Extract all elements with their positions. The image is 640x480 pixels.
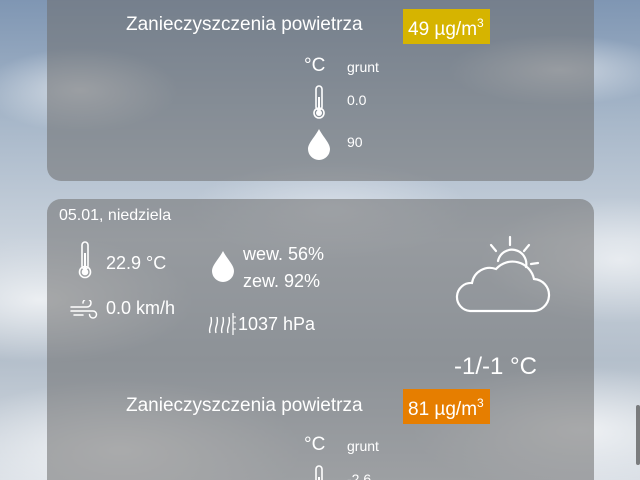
ground-humidity: 90 — [347, 134, 363, 150]
pressure-value: 1037 hPa — [238, 314, 316, 334]
thermometer-icon — [312, 465, 326, 480]
ground-label: grunt — [347, 438, 379, 454]
humidity-drop-icon — [210, 250, 236, 282]
forecast-temperature: -1/-1 °C — [454, 353, 537, 380]
humidity-drop-icon — [306, 128, 332, 160]
humidity-inside: wew. 56% — [243, 244, 325, 264]
weather-card-previous[interactable]: Zanieczyszczenia powietrza 49 µg/m3 °C g… — [47, 0, 594, 181]
weather-screen: Zanieczyszczenia powietrza 49 µg/m3 °C g… — [0, 0, 640, 480]
ground-temperature: -2.6 — [347, 471, 372, 480]
pollution-value: 49 µg/m — [408, 19, 478, 40]
ground-unit: °C — [304, 55, 326, 76]
partly-cloudy-icon — [454, 233, 554, 323]
pollution-badge: 49 µg/m3 — [403, 9, 490, 44]
pressure-icon — [207, 311, 237, 337]
wind-speed: 0.0 km/h — [106, 298, 176, 318]
thermometer-icon — [77, 241, 93, 279]
humidity-outside: zew. 92% — [243, 271, 321, 291]
pollution-label: Zanieczyszczenia powietrza — [126, 395, 363, 416]
pollution-unit-exponent: 3 — [477, 16, 484, 30]
day-date: 05.01, niedziela — [59, 207, 172, 224]
pollution-unit-exponent: 3 — [477, 396, 484, 410]
pollution-value: 81 µg/m — [408, 399, 478, 420]
ground-label: grunt — [347, 59, 379, 75]
weather-card-day[interactable]: 05.01, niedziela 22.9 °C wew. 56% zew. 9… — [47, 199, 594, 480]
thermometer-icon — [312, 85, 326, 119]
wind-icon — [69, 300, 99, 320]
ground-temperature: 0.0 — [347, 92, 367, 108]
temperature-value: 22.9 °C — [106, 253, 167, 273]
ground-unit: °C — [304, 434, 326, 455]
pollution-label: Zanieczyszczenia powietrza — [126, 14, 363, 35]
scroll-handle[interactable] — [636, 405, 640, 465]
pollution-badge: 81 µg/m3 — [403, 389, 490, 424]
